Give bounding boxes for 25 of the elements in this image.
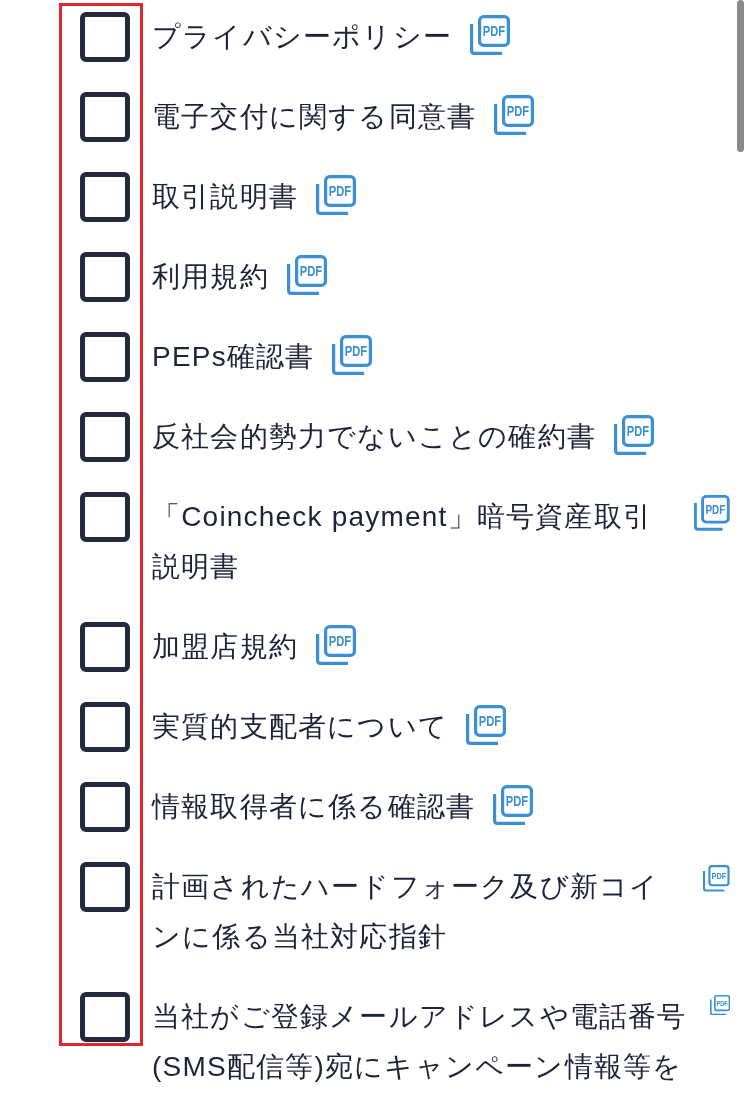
checkbox[interactable]	[80, 992, 130, 1042]
checkbox[interactable]	[80, 492, 130, 542]
checkbox[interactable]	[80, 172, 130, 222]
checkbox[interactable]	[80, 702, 130, 752]
document-title: PEPs確認書	[152, 340, 315, 374]
document-title: プライバシーポリシー	[152, 20, 452, 54]
document-title: 情報取得者に係る確認書	[152, 790, 476, 824]
document-title: 「Coincheck payment」暗号資産取引説明書	[152, 500, 653, 584]
checkbox[interactable]	[80, 412, 130, 462]
document-title: 計画されたハードフォーク及び新コインに係る当社対応指針	[152, 870, 661, 954]
checkbox[interactable]	[80, 332, 130, 382]
checkbox[interactable]	[80, 12, 130, 62]
document-title: 反社会的勢力でないことの確約書	[152, 420, 596, 454]
scrollbar-thumb[interactable]	[737, 0, 744, 152]
document-title: 取引説明書	[152, 180, 298, 214]
checkbox[interactable]	[80, 252, 130, 302]
document-title: 当社がご登録メールアドレスや電話番号(SMS配信等)宛にキャンペーン情報等を	[152, 1000, 688, 1084]
document-title: 電子交付に関する同意書	[152, 100, 477, 134]
checkbox[interactable]	[80, 622, 130, 672]
checkbox[interactable]	[80, 862, 130, 912]
checkbox[interactable]	[80, 782, 130, 832]
document-title: 加盟店規約	[152, 630, 298, 664]
checkbox[interactable]	[80, 92, 130, 142]
document-title: 利用規約	[152, 260, 269, 294]
document-title: 実質的支配者について	[152, 710, 448, 744]
